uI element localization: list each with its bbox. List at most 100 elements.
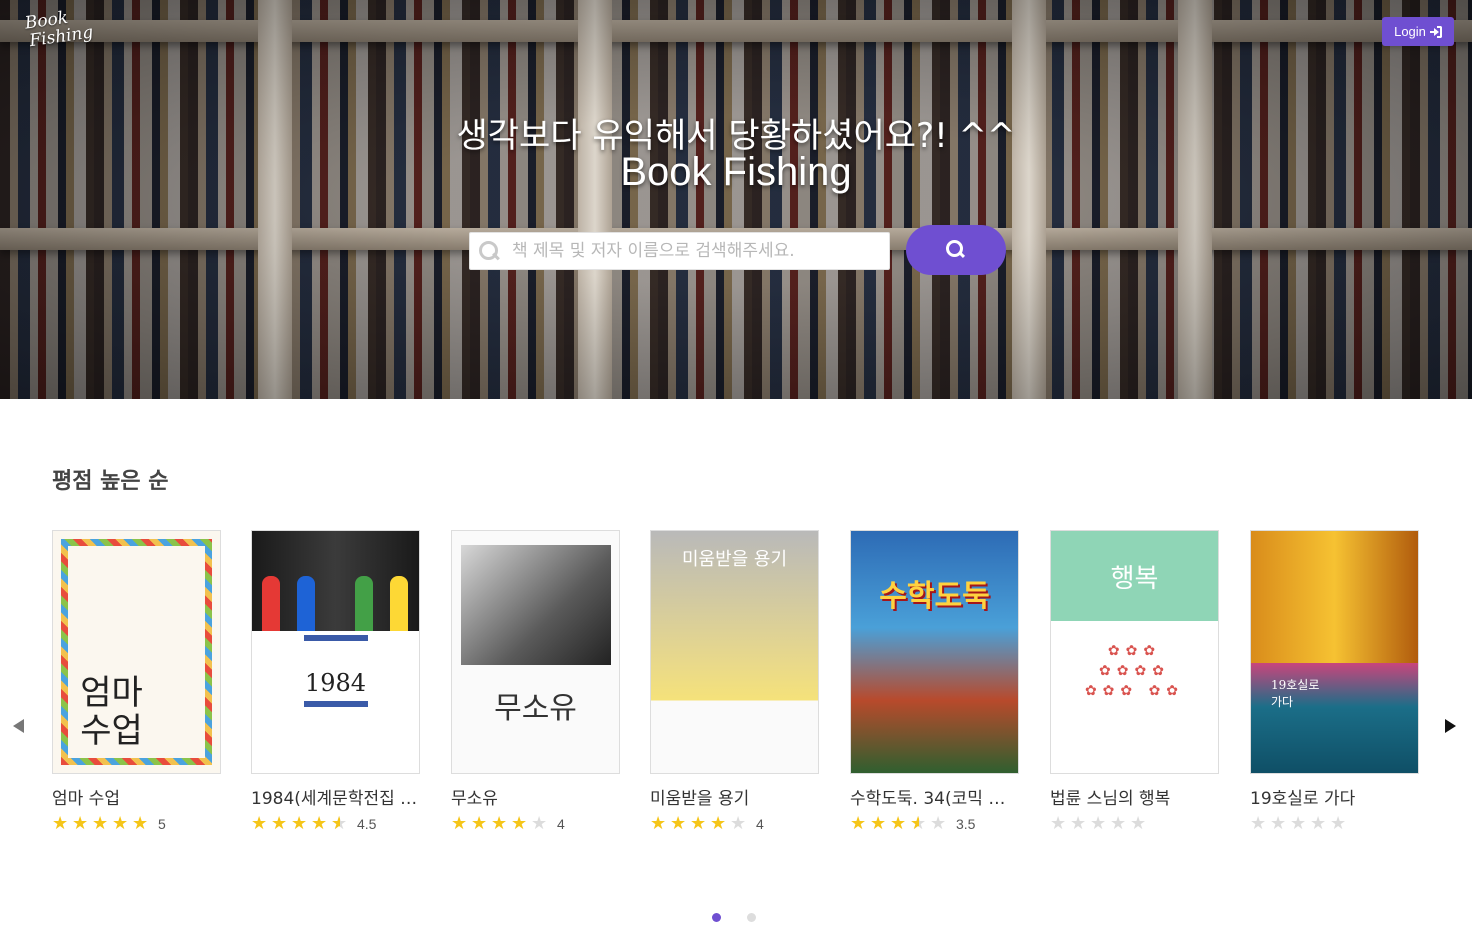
star-rating: ★ ★ ★ ★ ★ [1050,815,1148,833]
cover-title: 행복 [1110,563,1159,594]
book-card[interactable]: 행복 ✿✿✿ ✿✿✿✿ ✿✿✿ ✿✿ 법륜 스님의 행복 ★ ★ ★ ★ ★ [1050,530,1219,833]
star-icon: ★ [291,813,308,834]
carousel-prev-icon[interactable] [13,719,27,733]
star-icon: ★ [850,813,867,834]
book-card[interactable]: 수학도둑 수학도둑. 34(코믹 수학만화) ★★★★★ 3.5 [850,530,1019,833]
book-card[interactable]: 무소유 무소유 ★ ★ ★ ★ ★ 4 [451,530,620,833]
login-label: Login [1394,24,1426,39]
search-icon [478,240,500,262]
hero-overlay [0,0,1472,399]
rating-score: 4 [756,816,764,832]
star-icon: ★ [1330,813,1347,834]
book-cover[interactable]: 미움받을 용기 [650,530,819,774]
star-icon: ★ [511,813,528,834]
star-icon: ★ [92,813,109,834]
star-icon: ★ [531,813,548,834]
star-icon: ★ [1090,813,1107,834]
book-title[interactable]: 1984(세계문학전집 22) [251,784,420,809]
rating: ★ ★ ★ ★ ★ [1050,815,1219,833]
rating: ★★★★★ 3.5 [850,813,1019,834]
star-icon: ★ [471,813,488,834]
star-icon: ★ [251,813,268,834]
star-rating: ★ ★ ★ ★ ★ [451,815,549,833]
star-icon: ★ [271,813,288,834]
rating-score: 5 [158,816,166,832]
star-icon: ★ [1110,813,1127,834]
pagination-dot[interactable] [712,913,721,922]
carousel-pagination [712,913,756,922]
star-icon: ★ [730,813,747,834]
book-cover[interactable]: 엄마 수업 [52,530,221,774]
hero-brand: Book Fishing [620,150,852,194]
cover-title: 1984 [304,669,367,697]
book-title[interactable]: 수학도둑. 34(코믹 수학만화) [850,784,1019,809]
pagination-dot[interactable] [747,913,756,922]
star-rating: ★ ★ ★ ★ ★ [650,815,748,833]
book-title[interactable]: 법륜 스님의 행복 [1050,784,1219,809]
star-icon: ★ [311,813,328,834]
star-icon: ★ [112,813,129,834]
star-icon: ★ [72,813,89,834]
flower-illustration: ✿✿✿ ✿✿✿✿ ✿✿✿ ✿✿ [1084,643,1185,699]
star-icon: ★ [52,813,69,834]
book-title[interactable]: 19호실로 가다 [1250,784,1419,809]
star-icon: ★ [1070,813,1087,834]
search-bar [469,232,890,270]
rating-score: 4.5 [357,816,377,832]
star-rating: ★ ★ ★ ★ ★ [1250,815,1348,833]
star-icon: ★ [710,813,727,834]
star-icon: ★ [451,813,468,834]
cover-title: 19호실로 가다 [1271,678,1320,709]
star-icon: ★ [331,815,349,834]
star-icon: ★ [670,813,687,834]
star-icon: ★ [1290,813,1307,834]
login-button[interactable]: Login [1382,17,1454,46]
book-title[interactable]: 미움받을 용기 [650,784,819,809]
star-icon: ★ [1270,813,1287,834]
star-icon: ★ [930,813,947,834]
rating-score: 4 [557,816,565,832]
book-cover[interactable]: 행복 ✿✿✿ ✿✿✿✿ ✿✿✿ ✿✿ [1050,530,1219,774]
star-icon: ★ [132,813,149,834]
star-icon: ★ [690,813,707,834]
rating: ★ ★ ★ ★ ★ 5 [52,815,221,833]
search-input[interactable] [512,241,872,261]
carousel-next-icon[interactable] [1445,719,1459,733]
book-cover[interactable]: 1984 [251,530,420,774]
cover-title: 무소유 [494,691,577,726]
book-title[interactable]: 무소유 [451,784,620,809]
rating: ★ ★ ★ ★ ★ [1250,815,1419,833]
star-icon: ★ [1050,813,1067,834]
book-cover[interactable]: 19호실로 가다 [1250,530,1419,774]
sign-in-icon [1429,25,1442,38]
book-card[interactable]: 미움받을 용기 미움받을 용기 ★ ★ ★ ★ ★ 4 [650,530,819,833]
cover-title: 수학도둑 [879,579,990,614]
star-rating: ★ ★ ★ ★ ★ [251,813,349,834]
section-title: 평점 높은 순 [52,469,169,494]
search-button[interactable] [906,225,1006,275]
star-icon: ★ [910,815,928,834]
book-cover[interactable]: 수학도둑 [850,530,1019,774]
star-icon: ★ [1130,813,1147,834]
cover-title: 미움받을 용기 [681,549,788,570]
star-icon: ★ [1250,813,1267,834]
hero-banner: Book Fishing Login 생각보다 유익해서 당황하셨어요?! ^^… [0,0,1472,399]
star-rating: ★ ★ ★ ★ ★ [850,813,948,834]
star-icon: ★ [650,813,667,834]
search-icon [946,240,966,260]
book-title[interactable]: 엄마 수업 [52,784,221,809]
star-rating: ★ ★ ★ ★ ★ [52,815,150,833]
rating: ★★★★★ 4.5 [251,813,420,834]
star-icon: ★ [491,813,508,834]
star-icon: ★ [1310,813,1327,834]
star-icon: ★ [890,813,907,834]
rating: ★ ★ ★ ★ ★ 4 [451,815,620,833]
book-cover[interactable]: 무소유 [451,530,620,774]
rating-score: 3.5 [956,816,976,832]
book-card[interactable]: 19호실로 가다 19호실로 가다 ★ ★ ★ ★ ★ [1250,530,1419,833]
site-logo[interactable]: Book Fishing [24,6,95,51]
star-icon: ★ [870,813,887,834]
book-card[interactable]: 1984 1984(세계문학전집 22) ★★★★★ 4.5 [251,530,420,833]
rating: ★ ★ ★ ★ ★ 4 [650,815,819,833]
book-card[interactable]: 엄마 수업 엄마 수업 ★ ★ ★ ★ ★ 5 [52,530,221,833]
